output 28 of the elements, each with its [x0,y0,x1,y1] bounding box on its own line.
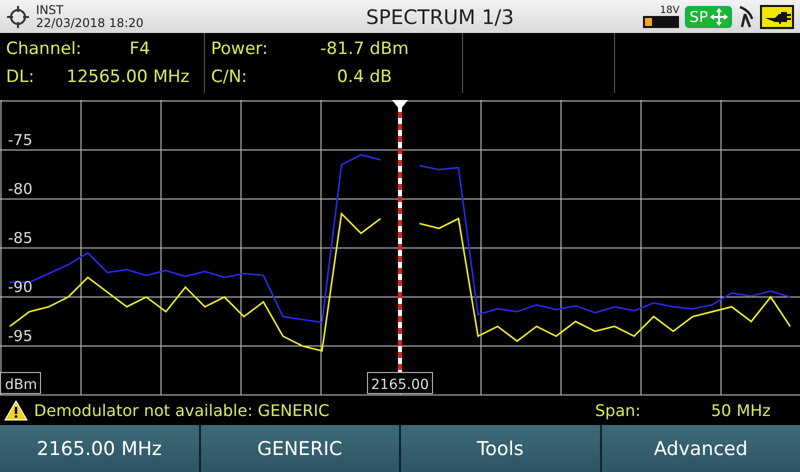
mode-label: INST [36,4,64,16]
unit-label: dBm [0,372,41,394]
voltage-label: 18V [660,6,680,16]
span-value: 50 MHz [711,401,772,420]
softkey-button[interactable]: 2165.00 MHz [0,425,200,472]
softkey-button[interactable]: Advanced [602,425,800,472]
marker-frequency-label: 2165.00 [367,372,433,394]
axis-label: -85 [8,229,32,247]
axis-label: -90 [8,278,32,296]
measurement-value: -81.7 dBm [319,38,410,60]
screen-title: SPECTRUM 1/3 [365,4,515,28]
measurement-label: Power: [211,38,269,60]
measurement-label: Channel: [6,38,82,60]
axis-label: -80 [8,180,32,198]
measurement-value: 12565.00 MHz [66,66,190,88]
measurement-value: F4 [128,38,152,60]
warning-message: Demodulator not available: GENERIC [34,401,330,420]
softkey-button[interactable]: Tools [401,425,602,472]
softkey-button[interactable]: GENERIC [200,425,401,472]
span-label: Span: [595,401,642,420]
y-axis-title: dBm [5,377,38,393]
axis-label: -95 [8,327,32,345]
measurement-label: C/N: [211,66,248,88]
axis-label: -75 [8,131,32,149]
sp-badge: SP [685,6,732,28]
measurement-label: DL: [6,66,36,88]
date-time: 22/03/2018 18:20 [36,16,144,30]
measurement-value: 0.4 dB [336,66,393,88]
